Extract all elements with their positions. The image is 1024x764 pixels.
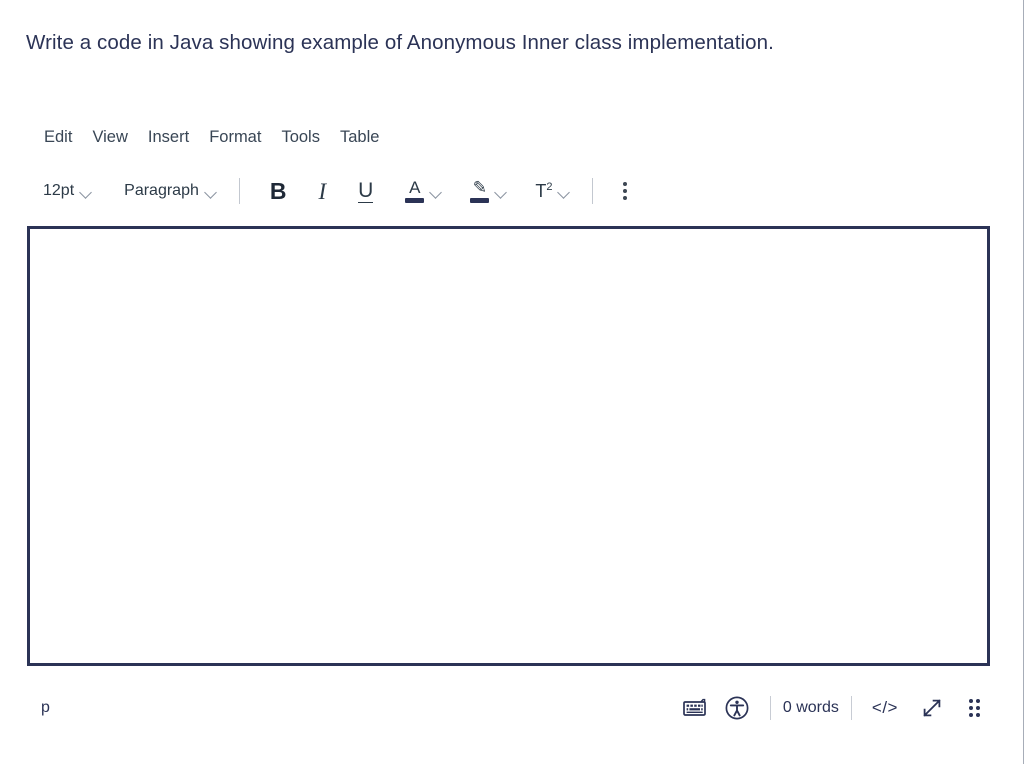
text-color-swatch xyxy=(405,198,425,203)
formatting-toolbar: 12pt Paragraph B I U A ✎ T2 xyxy=(34,170,636,212)
menu-item-edit[interactable]: Edit xyxy=(34,124,82,151)
menubar: Edit View Insert Format Tools Table xyxy=(34,124,389,151)
highlight-color-button[interactable]: ✎ xyxy=(461,174,516,208)
highlight-color-swatch xyxy=(470,198,490,203)
source-code-button[interactable]: </> xyxy=(864,692,906,724)
superscript-base: T xyxy=(535,181,547,201)
question-prompt: Write a code in Java showing example of … xyxy=(26,31,774,54)
statusbar-divider xyxy=(850,696,852,720)
editor-page: Write a code in Java showing example of … xyxy=(0,0,1024,764)
accessibility-check-button[interactable] xyxy=(716,692,758,724)
block-format-label: Paragraph xyxy=(124,182,199,199)
resize-drag-handle[interactable] xyxy=(958,692,990,724)
superscript-exponent: 2 xyxy=(546,181,553,193)
chevron-down-icon[interactable] xyxy=(559,188,570,195)
superscript-icon: T2 xyxy=(535,181,553,201)
drag-handle-icon xyxy=(968,699,980,717)
toolbar-divider xyxy=(238,178,240,204)
more-options-button[interactable] xyxy=(614,174,636,208)
font-size-label: 12pt xyxy=(43,182,75,199)
superscript-format-button[interactable]: T2 xyxy=(526,174,579,208)
toolbar-divider xyxy=(592,178,594,204)
highlight-pen-glyph: ✎ xyxy=(472,178,487,197)
html-editor-icon: </> xyxy=(871,698,898,717)
chevron-down-icon xyxy=(81,188,92,195)
menu-item-format[interactable]: Format xyxy=(199,124,271,151)
menu-item-insert[interactable]: Insert xyxy=(138,124,199,151)
text-color-button[interactable]: A xyxy=(396,174,451,208)
bold-icon: B xyxy=(269,177,287,204)
statusbar-right-group: 0 words </> xyxy=(674,692,990,724)
element-path[interactable]: p xyxy=(35,697,56,719)
editor-statusbar: p 0 words </> xyxy=(27,686,990,730)
keyboard-shortcuts-button[interactable] xyxy=(674,692,716,724)
fullscreen-resize-button[interactable] xyxy=(912,692,952,724)
bold-button[interactable]: B xyxy=(261,174,296,208)
accessibility-check-icon xyxy=(725,696,749,720)
block-format-select[interactable]: Paragraph xyxy=(115,174,226,208)
highlight-color-icon: ✎ xyxy=(470,178,490,203)
menu-item-table[interactable]: Table xyxy=(330,124,389,151)
chevron-down-icon[interactable] xyxy=(496,188,507,195)
statusbar-divider xyxy=(769,696,771,720)
text-color-letter: A xyxy=(409,178,421,197)
keyboard-icon xyxy=(683,698,706,716)
kebab-menu-icon xyxy=(623,182,628,200)
menu-item-view[interactable]: View xyxy=(82,124,137,151)
underline-icon: U xyxy=(358,178,374,203)
font-size-select[interactable]: 12pt xyxy=(34,174,101,208)
resize-diagonal-icon xyxy=(923,699,941,717)
chevron-down-icon[interactable] xyxy=(431,188,442,195)
italic-button[interactable]: I xyxy=(309,174,335,208)
text-color-icon: A xyxy=(405,178,425,203)
rich-text-editor-body[interactable] xyxy=(27,226,990,666)
chevron-down-icon xyxy=(206,188,217,195)
italic-icon: I xyxy=(318,178,327,204)
menu-item-tools[interactable]: Tools xyxy=(271,124,330,151)
underline-button[interactable]: U xyxy=(349,174,382,208)
word-count[interactable]: 0 words xyxy=(783,699,839,717)
